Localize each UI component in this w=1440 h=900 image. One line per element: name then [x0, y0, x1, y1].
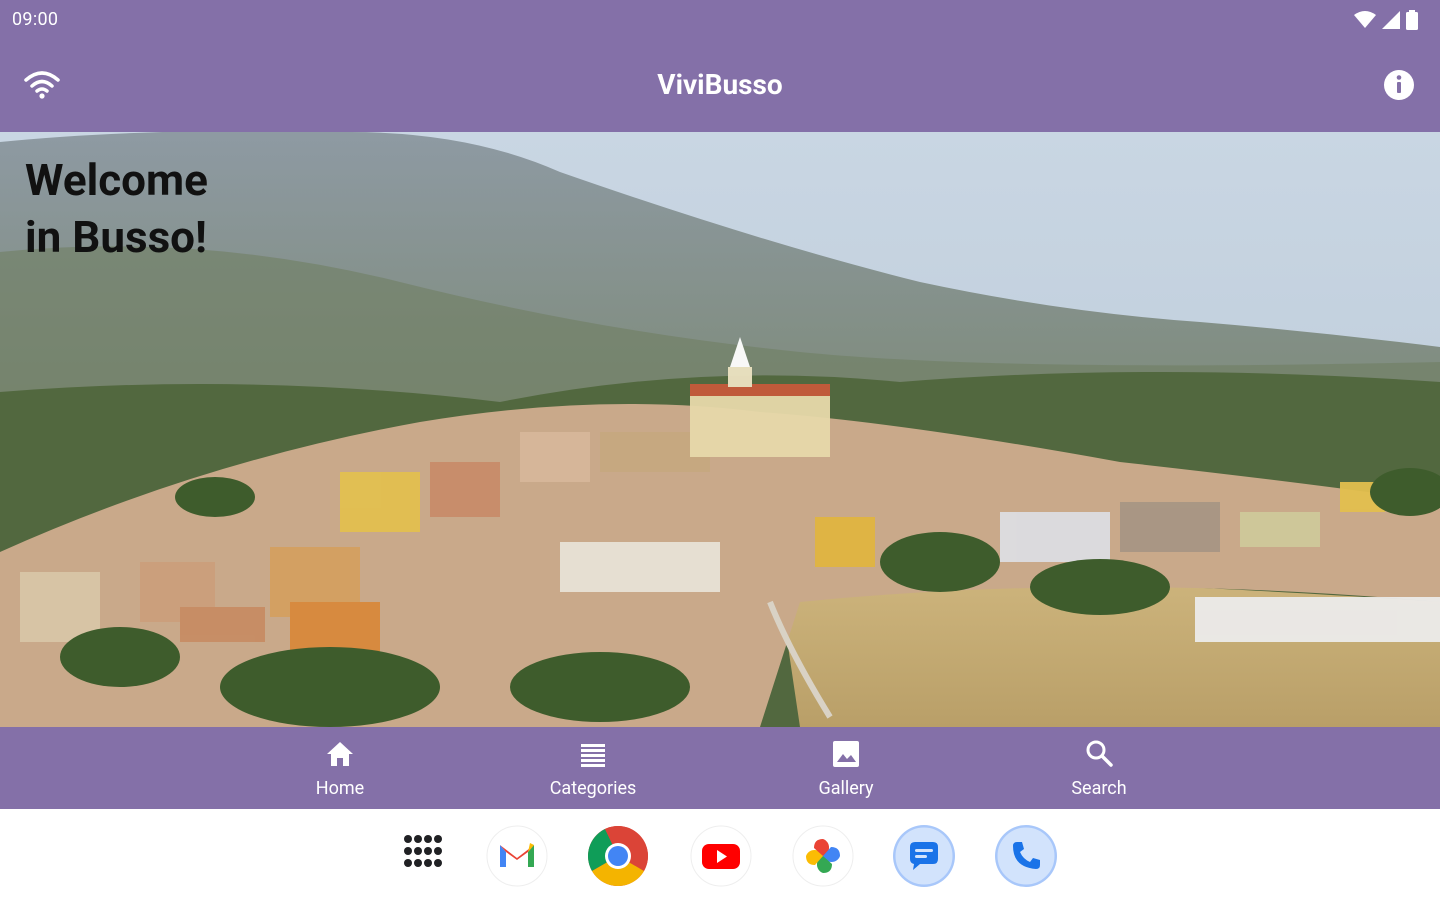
- youtube-icon[interactable]: [690, 825, 752, 887]
- town-landscape-image: [0, 132, 1440, 727]
- hero-image: Welcome in Busso!: [0, 132, 1440, 727]
- nav-search[interactable]: Search: [999, 727, 1199, 809]
- status-icons: [1354, 9, 1418, 31]
- bottom-navigation: Home Categories Gallery Search: [0, 727, 1440, 809]
- phone-icon[interactable]: [995, 825, 1057, 887]
- nav-home-label: Home: [315, 778, 365, 799]
- nav-search-label: Search: [1071, 778, 1127, 799]
- status-bar: 09:00: [0, 0, 1440, 40]
- app-bar: ViviBusso: [0, 40, 1440, 132]
- launcher-dock: [0, 809, 1440, 900]
- nav-gallery-label: Gallery: [818, 778, 874, 799]
- apps-grid-icon[interactable]: [399, 830, 449, 880]
- welcome-line-1: Welcome: [25, 154, 208, 206]
- home-icon: [327, 742, 353, 766]
- chrome-icon[interactable]: [587, 825, 649, 887]
- nav-gallery[interactable]: Gallery: [746, 727, 946, 809]
- nav-categories-label: Categories: [549, 778, 637, 799]
- photos-icon[interactable]: [792, 825, 854, 887]
- wifi-icon: [1354, 11, 1376, 28]
- welcome-line-2: in Busso!: [25, 211, 207, 263]
- messages-icon[interactable]: [893, 825, 955, 887]
- welcome-heading: Welcome in Busso!: [25, 152, 208, 266]
- battery-icon: [1406, 10, 1418, 30]
- image-icon: [833, 741, 859, 767]
- signal-icon: [1382, 11, 1400, 29]
- nav-home[interactable]: Home: [240, 727, 440, 809]
- list-icon: [581, 744, 605, 767]
- search-icon: [1086, 740, 1113, 767]
- info-icon[interactable]: [1382, 68, 1416, 102]
- nav-categories[interactable]: Categories: [493, 727, 693, 809]
- status-time: 09:00: [12, 9, 59, 30]
- app-title: ViviBusso: [657, 68, 783, 101]
- gmail-icon[interactable]: [486, 825, 548, 887]
